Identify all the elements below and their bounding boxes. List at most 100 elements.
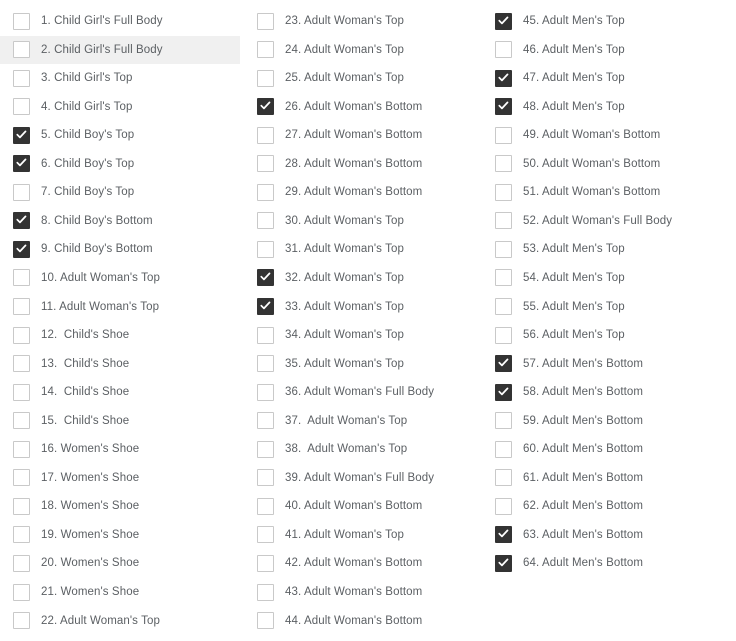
checkbox-row[interactable]: 15. Child's Shoe [0,407,240,435]
checkbox-unchecked-icon[interactable] [13,41,30,59]
checkbox-checked-icon[interactable] [495,69,512,87]
checkbox-row[interactable]: 53. Adult Men's Top [488,235,736,263]
checkbox-row[interactable]: 58. Adult Men's Bottom [488,378,736,406]
checkbox-unchecked-icon[interactable] [257,612,274,630]
checkbox-row[interactable]: 59. Adult Men's Bottom [488,407,736,435]
checkbox-unchecked-icon[interactable] [495,326,512,344]
checkbox-row[interactable]: 11. Adult Woman's Top [0,293,240,321]
checkbox-unchecked-icon[interactable] [13,326,30,344]
checkbox-unchecked-icon[interactable] [13,497,30,515]
checkbox-row[interactable]: 40. Adult Woman's Bottom [244,492,488,520]
checkbox-unchecked-icon[interactable] [495,183,512,201]
checkbox-row[interactable]: 27. Adult Woman's Bottom [244,121,488,149]
checkbox-row[interactable]: 39. Adult Woman's Full Body [244,464,488,492]
checkbox-checked-icon[interactable] [13,126,30,144]
checkbox-row[interactable]: 5. Child Boy's Top [0,121,240,149]
checkbox-checked-icon[interactable] [13,155,30,173]
checkbox-row[interactable]: 54. Adult Men's Top [488,264,736,292]
checkbox-row[interactable]: 13. Child's Shoe [0,350,240,378]
checkbox-unchecked-icon[interactable] [257,526,274,544]
checkbox-row[interactable]: 42. Adult Woman's Bottom [244,549,488,577]
checkbox-row[interactable]: 32. Adult Woman's Top [244,264,488,292]
checkbox-unchecked-icon[interactable] [257,440,274,458]
checkbox-row[interactable]: 51. Adult Woman's Bottom [488,178,736,206]
checkbox-row[interactable]: 31. Adult Woman's Top [244,235,488,263]
checkbox-unchecked-icon[interactable] [13,554,30,572]
checkbox-row[interactable]: 45. Adult Men's Top [488,7,736,35]
checkbox-row[interactable]: 1. Child Girl's Full Body [0,7,240,35]
checkbox-unchecked-icon[interactable] [257,69,274,87]
checkbox-unchecked-icon[interactable] [495,126,512,144]
checkbox-row[interactable]: 16. Women's Shoe [0,435,240,463]
checkbox-unchecked-icon[interactable] [257,497,274,515]
checkbox-unchecked-icon[interactable] [257,583,274,601]
checkbox-row[interactable]: 14. Child's Shoe [0,378,240,406]
checkbox-row[interactable]: 8. Child Boy's Bottom [0,207,240,235]
checkbox-row[interactable]: 62. Adult Men's Bottom [488,492,736,520]
checkbox-checked-icon[interactable] [257,298,274,315]
checkbox-row[interactable]: 22. Adult Woman's Top [0,607,240,635]
checkbox-row[interactable]: 52. Adult Woman's Full Body [488,207,736,235]
checkbox-row[interactable]: 23. Adult Woman's Top [244,7,488,35]
checkbox-checked-icon[interactable] [495,526,512,544]
checkbox-unchecked-icon[interactable] [257,126,274,144]
checkbox-row[interactable]: 50. Adult Woman's Bottom [488,150,736,178]
checkbox-unchecked-icon[interactable] [495,497,512,515]
checkbox-row[interactable]: 46. Adult Men's Top [488,36,736,64]
checkbox-unchecked-icon[interactable] [13,469,30,487]
checkbox-unchecked-icon[interactable] [257,183,274,201]
checkbox-row[interactable]: 48. Adult Men's Top [488,93,736,121]
checkbox-row[interactable]: 41. Adult Woman's Top [244,521,488,549]
checkbox-checked-icon[interactable] [495,98,512,116]
checkbox-checked-icon[interactable] [495,383,512,401]
checkbox-unchecked-icon[interactable] [495,41,512,59]
checkbox-unchecked-icon[interactable] [257,412,274,430]
checkbox-checked-icon[interactable] [13,212,30,230]
checkbox-row[interactable]: 2. Child Girl's Full Body [0,35,240,64]
checkbox-checked-icon[interactable] [257,269,274,287]
checkbox-row[interactable]: 4. Child Girl's Top [0,93,240,121]
checkbox-unchecked-icon[interactable] [13,526,30,544]
checkbox-unchecked-icon[interactable] [495,469,512,487]
checkbox-unchecked-icon[interactable] [13,298,30,315]
checkbox-row[interactable]: 57. Adult Men's Bottom [488,350,736,378]
checkbox-row[interactable]: 10. Adult Woman's Top [0,264,240,292]
checkbox-row[interactable]: 61. Adult Men's Bottom [488,464,736,492]
checkbox-row[interactable]: 3. Child Girl's Top [0,64,240,92]
checkbox-row[interactable]: 49. Adult Woman's Bottom [488,121,736,149]
checkbox-row[interactable]: 24. Adult Woman's Top [244,36,488,64]
checkbox-unchecked-icon[interactable] [13,583,30,601]
checkbox-row[interactable]: 12. Child's Shoe [0,321,240,349]
checkbox-row[interactable]: 29. Adult Woman's Bottom [244,178,488,206]
checkbox-row[interactable]: 20. Women's Shoe [0,549,240,577]
checkbox-row[interactable]: 21. Women's Shoe [0,578,240,606]
checkbox-row[interactable]: 33. Adult Woman's Top [244,293,488,321]
checkbox-row[interactable]: 19. Women's Shoe [0,521,240,549]
checkbox-checked-icon[interactable] [257,98,274,116]
checkbox-unchecked-icon[interactable] [257,41,274,59]
checkbox-row[interactable]: 35. Adult Woman's Top [244,350,488,378]
checkbox-unchecked-icon[interactable] [495,298,512,315]
checkbox-checked-icon[interactable] [13,240,30,258]
checkbox-row[interactable]: 34. Adult Woman's Top [244,321,488,349]
checkbox-row[interactable]: 18. Women's Shoe [0,492,240,520]
checkbox-unchecked-icon[interactable] [257,383,274,401]
checkbox-row[interactable]: 7. Child Boy's Top [0,178,240,206]
checkbox-checked-icon[interactable] [495,355,512,373]
checkbox-unchecked-icon[interactable] [13,12,30,30]
checkbox-unchecked-icon[interactable] [257,326,274,344]
checkbox-row[interactable]: 36. Adult Woman's Full Body [244,378,488,406]
checkbox-unchecked-icon[interactable] [495,440,512,458]
checkbox-unchecked-icon[interactable] [257,212,274,230]
checkbox-row[interactable]: 63. Adult Men's Bottom [488,521,736,549]
checkbox-unchecked-icon[interactable] [13,412,30,430]
checkbox-unchecked-icon[interactable] [257,554,274,572]
checkbox-row[interactable]: 38. Adult Woman's Top [244,435,488,463]
checkbox-unchecked-icon[interactable] [495,269,512,287]
checkbox-checked-icon[interactable] [495,554,512,572]
checkbox-row[interactable]: 44. Adult Woman's Bottom [244,607,488,635]
checkbox-unchecked-icon[interactable] [495,240,512,258]
checkbox-row[interactable]: 64. Adult Men's Bottom [488,549,736,577]
checkbox-row[interactable]: 28. Adult Woman's Bottom [244,150,488,178]
checkbox-row[interactable]: 43. Adult Woman's Bottom [244,578,488,606]
